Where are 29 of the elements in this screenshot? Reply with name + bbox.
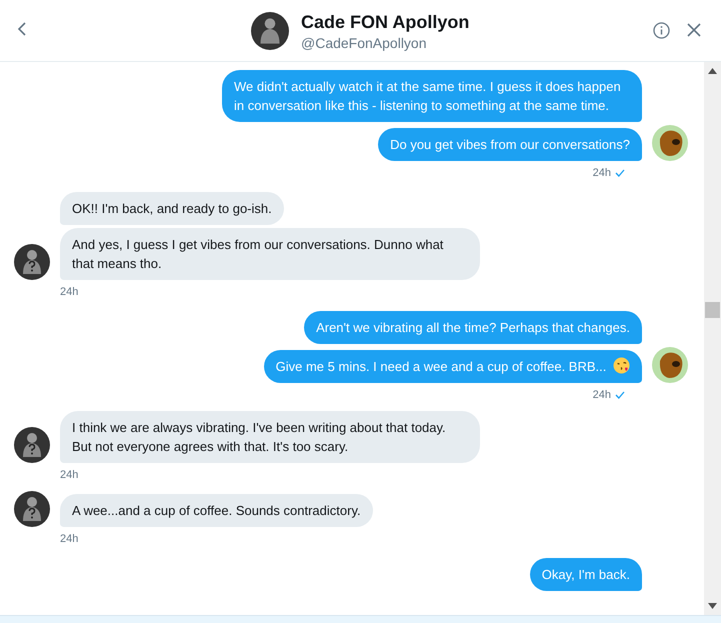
avatar [251,12,289,50]
contact-name: Cade FON Apollyon [301,10,470,34]
message-bubble: Aren't we vibrating all the time? Perhaps that changes. [304,311,642,344]
avatar [652,125,688,161]
avatar [14,244,50,280]
back-icon[interactable] [16,21,28,37]
close-icon[interactable] [687,23,701,37]
scroll-up-icon[interactable] [708,68,717,74]
avatar [14,427,50,463]
avatar [14,491,50,527]
contact-handle: @CadeFonApollyon [301,34,428,52]
message-bubble: OK!! I'm back, and ready to go-ish. [60,192,284,225]
message-bubble: I think we are always vibrating. I've been writing about that today. But not everyone agrees with that. It's too scary. [60,411,480,463]
message-time: 24h [60,532,78,547]
avatar [652,347,688,383]
message-time: 24h [60,285,78,300]
message-bubble: We didn't actually watch it at the same time. I guess it does happen in conversation like this - listening to something at the same time. [222,70,642,122]
message-time: 24h [592,166,611,181]
message-bubble: Give me 5 mins. I need a wee and a cup of coffee. BRB... [264,350,642,383]
message-bubble: Do you get vibes from our conversations? [378,128,642,161]
scroll-thumb[interactable] [705,302,720,318]
message-bubble: Okay, I'm back. [530,558,642,591]
scroll-down-icon[interactable] [708,603,717,609]
info-icon[interactable] [653,22,670,39]
message-time: 24h [592,388,611,403]
message-bubble: A wee...and a cup of coffee. Sounds contradictory. [60,494,373,527]
message-bubble: And yes, I guess I get vibes from our conversations. Dunno what that means tho. [60,228,480,280]
message-time: 24h [60,468,78,483]
scrollbar[interactable] [704,62,721,615]
